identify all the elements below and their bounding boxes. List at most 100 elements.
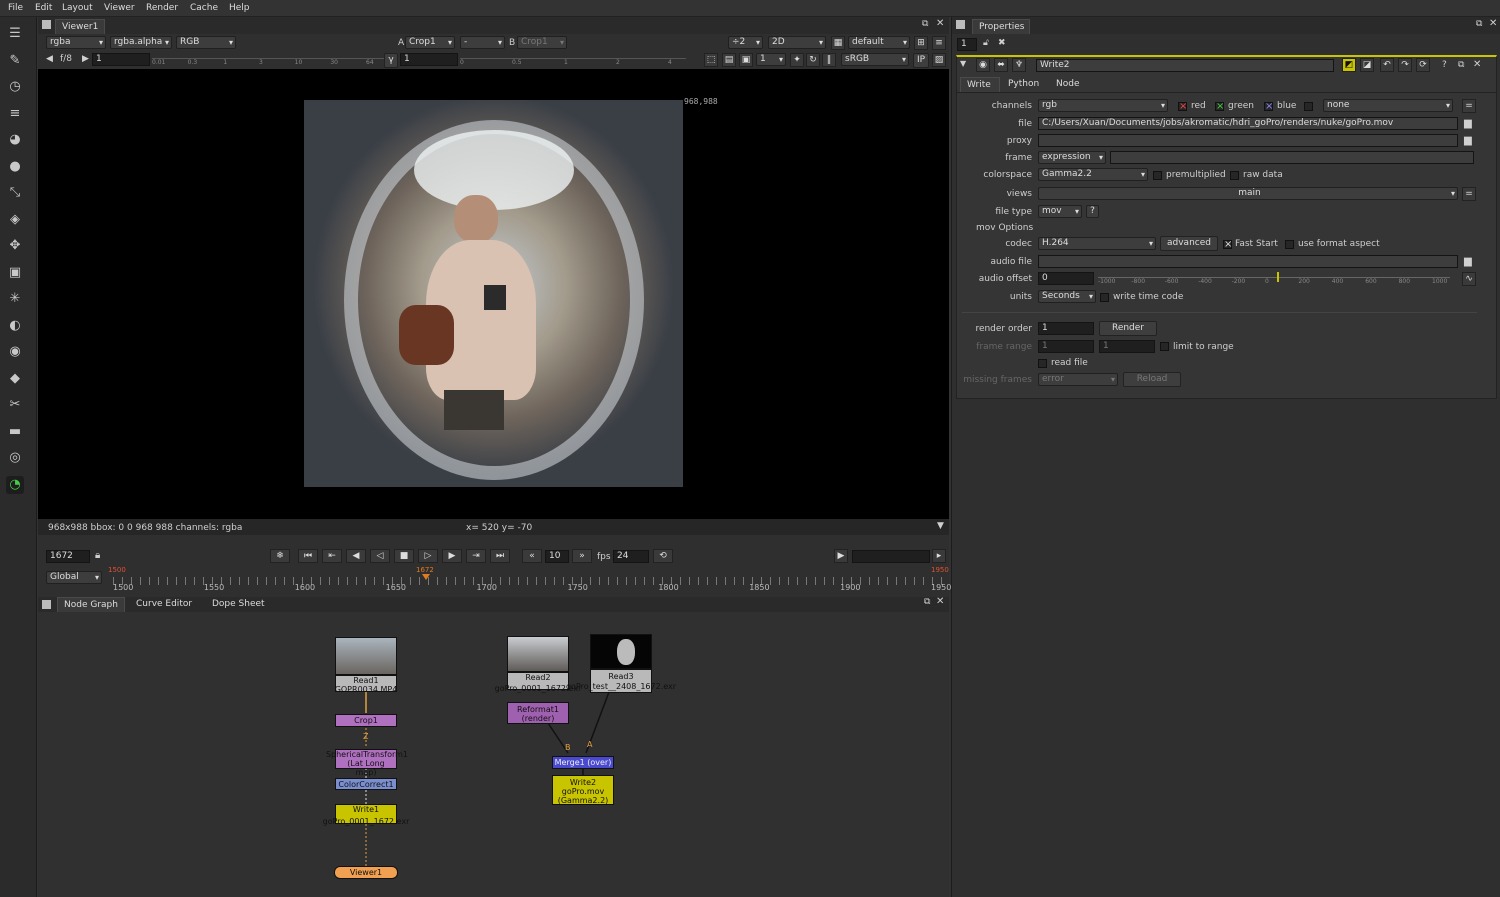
toolsets-icon[interactable]: ✂ xyxy=(6,396,24,414)
tab-write[interactable]: Write xyxy=(960,77,1000,92)
blue-checkbox[interactable]: × xyxy=(1264,102,1273,112)
mode-dropdown[interactable]: 2D xyxy=(768,36,826,49)
red-checkbox[interactable]: × xyxy=(1178,102,1187,112)
skip-step-field[interactable]: 10 xyxy=(545,550,569,563)
views-icon[interactable]: ◉ xyxy=(6,343,24,361)
advanced-button[interactable]: advanced xyxy=(1160,236,1218,251)
menu-file[interactable]: File xyxy=(8,3,23,13)
ip-button[interactable]: IP xyxy=(913,53,929,68)
wipe-icon[interactable]: ▨ xyxy=(932,53,946,67)
reformat1-node[interactable]: Reformat1 (render) xyxy=(507,702,569,724)
guides-icon[interactable]: ⊞ xyxy=(914,36,928,50)
channels-dropdown[interactable]: rgba xyxy=(46,36,106,49)
redo-icon[interactable]: ↷ xyxy=(1398,58,1412,72)
alpha-checkbox[interactable] xyxy=(1304,102,1313,111)
menu-cache[interactable]: Cache xyxy=(190,3,218,13)
panel-menu-icon[interactable] xyxy=(42,20,51,29)
gain-field[interactable]: 1 xyxy=(92,53,150,66)
play-icon[interactable]: ▷ xyxy=(418,549,438,563)
skip-back-icon[interactable]: « xyxy=(522,549,542,563)
close-icon[interactable]: ✕ xyxy=(936,18,944,29)
clear-panels-icon[interactable]: ✖ xyxy=(998,38,1006,48)
menu-render[interactable]: Render xyxy=(146,3,178,13)
panel-menu-icon[interactable] xyxy=(956,20,965,29)
play-back-icon[interactable]: ◁ xyxy=(370,549,390,563)
close-icon[interactable]: ✕ xyxy=(1489,18,1497,29)
help-icon[interactable]: ? xyxy=(1442,60,1447,70)
last-frame-icon[interactable]: ⏭ xyxy=(490,549,510,563)
menu-edit[interactable]: Edit xyxy=(35,3,52,13)
first-frame-icon[interactable]: ⏮ xyxy=(298,549,318,563)
colorspace-dropdown[interactable]: Gamma2.2 xyxy=(1038,168,1148,181)
draw-icon[interactable]: ✎ xyxy=(6,52,24,70)
float-icon[interactable]: ⧉ xyxy=(922,19,928,29)
target-icon[interactable]: ✦ xyxy=(790,53,804,67)
proxy-folder-icon[interactable]: ▆ xyxy=(1464,135,1472,146)
fstop-left-arrow[interactable]: ◀ xyxy=(46,54,53,64)
next-keyframe-icon[interactable]: ⇥ xyxy=(466,549,486,563)
expand-arrow-icon[interactable]: ▼ xyxy=(937,521,944,531)
spherical-transform-node[interactable]: SphericalTransform1 (Lat Long map) xyxy=(326,749,408,777)
input-icon[interactable]: ⬌ xyxy=(994,58,1008,72)
range-menu-icon[interactable]: ▸ xyxy=(932,549,946,563)
missing-frames-dropdown[interactable]: error xyxy=(1038,373,1118,386)
views-dropdown[interactable]: main xyxy=(1038,187,1458,200)
views-menu-icon[interactable]: = xyxy=(1462,187,1476,201)
time-icon[interactable]: ◷ xyxy=(6,78,24,96)
color-icon[interactable]: ◕ xyxy=(6,131,24,149)
a-input-dropdown[interactable]: Crop1 xyxy=(405,36,455,49)
frame-expression-field[interactable] xyxy=(1110,151,1474,164)
frame-range-start[interactable]: 1 xyxy=(1038,340,1094,353)
range-field[interactable] xyxy=(852,550,930,563)
furnace-icon[interactable]: ◎ xyxy=(6,449,24,467)
prev-keyframe-icon[interactable]: ⇤ xyxy=(322,549,342,563)
lock-panel-icon[interactable]: 🔓︎ xyxy=(983,38,989,48)
view-node-icon[interactable]: ◉ xyxy=(976,58,990,72)
transform-icon[interactable]: ✥ xyxy=(6,237,24,255)
float-props-icon[interactable]: ⧉ xyxy=(1458,60,1464,70)
channels-dropdown[interactable]: rgb xyxy=(1038,99,1168,112)
overlay-icon[interactable]: ▤ xyxy=(722,53,736,67)
merge1-node[interactable]: Merge1 (over) xyxy=(552,756,614,769)
current-frame-marker[interactable]: 1672 xyxy=(416,566,434,574)
write2-node[interactable]: Write2 goPro.mov (Gamma2.2) xyxy=(552,775,614,805)
menu-lines-icon[interactable]: ≡ xyxy=(932,36,946,50)
keyer-icon[interactable]: ⤡ xyxy=(6,184,24,202)
gamma-field[interactable]: 1 xyxy=(400,53,458,66)
crop1-node[interactable]: Crop1 xyxy=(335,714,397,727)
fast-start-checkbox[interactable]: × xyxy=(1223,240,1232,250)
write-time-code-checkbox[interactable] xyxy=(1100,293,1109,302)
timeline-scope-dropdown[interactable]: Global xyxy=(46,571,102,584)
particles-icon[interactable]: ✳ xyxy=(6,290,24,308)
tab-node-graph[interactable]: Node Graph xyxy=(57,597,125,612)
tab-properties[interactable]: Properties xyxy=(972,19,1030,34)
skip-forward-icon[interactable]: » xyxy=(572,549,592,563)
tile-color-icon[interactable]: ◪ xyxy=(1360,58,1374,72)
filetype-help-button[interactable]: ? xyxy=(1086,205,1099,218)
read1-thumbnail[interactable] xyxy=(335,637,397,675)
deep-icon[interactable]: ◐ xyxy=(6,317,24,335)
panel-menu-icon[interactable] xyxy=(42,600,51,609)
use-format-aspect-checkbox[interactable] xyxy=(1285,240,1294,249)
proxy-icon[interactable]: ▣ xyxy=(739,53,753,67)
in-point[interactable]: 1500 xyxy=(108,566,126,574)
snowflake-icon[interactable]: ❄ xyxy=(270,549,290,563)
read-file-checkbox[interactable] xyxy=(1038,359,1047,368)
lock-icon[interactable]: ▦ xyxy=(831,36,845,50)
collapse-icon[interactable]: ▼ xyxy=(960,59,966,68)
render-button[interactable]: Render xyxy=(1099,321,1157,336)
reload-button[interactable]: Reload xyxy=(1123,372,1181,387)
other-icon[interactable]: ▬ xyxy=(6,423,24,441)
refresh-icon[interactable]: ↻ xyxy=(806,53,820,67)
channels-menu-icon[interactable]: = xyxy=(1462,99,1476,113)
extra-channel-dropdown[interactable]: none xyxy=(1323,99,1453,112)
ocula-icon[interactable]: ◔ xyxy=(6,476,24,494)
roi-icon[interactable]: ⬚ xyxy=(704,53,718,67)
float-icon[interactable]: ⧉ xyxy=(1476,19,1482,29)
node-color-icon[interactable]: ◩ xyxy=(1342,58,1356,72)
filetype-dropdown[interactable]: mov xyxy=(1038,205,1082,218)
gamma-label[interactable]: γ xyxy=(384,53,398,68)
frame-lock-icon[interactable]: 🔒︎ xyxy=(95,550,100,561)
close-icon[interactable]: ✕ xyxy=(936,596,944,607)
curve-icon[interactable]: ∿ xyxy=(1462,272,1476,286)
